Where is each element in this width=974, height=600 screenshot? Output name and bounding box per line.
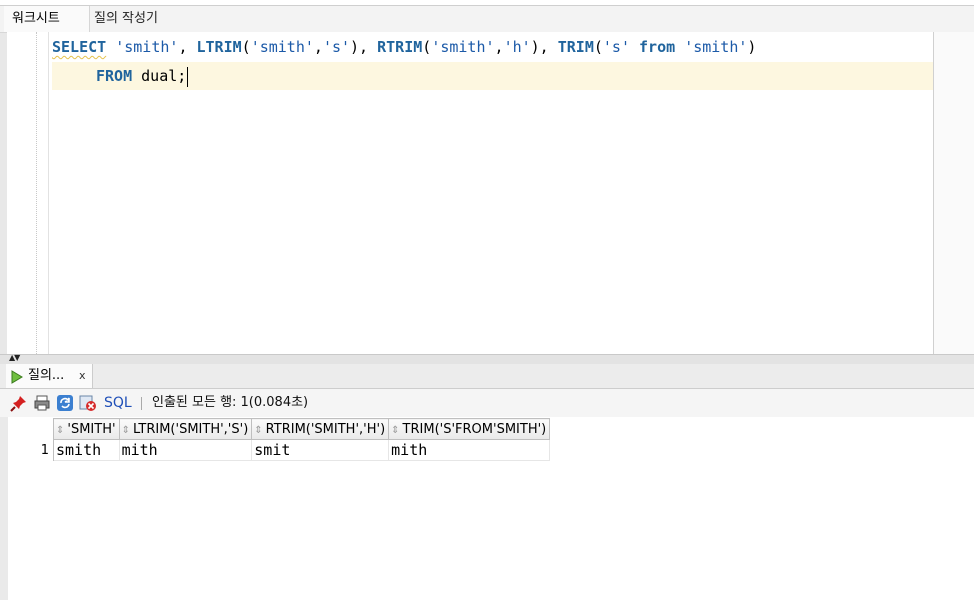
code-token: ( <box>241 38 251 56</box>
result-tab-label: 질의... <box>28 368 65 383</box>
code-token: 'smith' <box>684 38 748 56</box>
column-header-label: TRIM('S'FROM'SMITH') <box>402 421 547 437</box>
code-token: 's' <box>322 38 351 56</box>
sort-icon[interactable]: ⇕ <box>122 425 130 436</box>
code-line-1[interactable]: SELECT 'smith', LTRIM('smith','s'), RTRI… <box>52 37 756 57</box>
result-toolbar: SQL 인출된 모든 행: 1(0.084초) <box>0 389 974 417</box>
code-line-2[interactable]: FROM dual; <box>96 66 189 87</box>
grid-cell[interactable]: smit <box>251 439 390 461</box>
tab-query-builder[interactable]: 질의 작성기 <box>86 6 166 32</box>
grid-body: 1 smith mith smit mith <box>8 439 551 461</box>
code-token: FROM <box>96 67 133 85</box>
cancel-query-icon[interactable] <box>79 394 97 412</box>
grid-left-strip <box>0 417 8 600</box>
code-token: 'smith' <box>115 38 179 56</box>
editor-vertical-scroll-area[interactable] <box>934 32 974 354</box>
sql-editor[interactable]: SELECT 'smith', LTRIM('smith','s'), RTRI… <box>7 32 934 354</box>
print-icon[interactable] <box>33 394 51 412</box>
column-header-label: 'SMITH' <box>67 421 116 437</box>
result-grid-area[interactable]: ⇕ 'SMITH' ⇕ LTRIM('SMITH','S') ⇕ RTRIM('SMITH… <box>0 417 974 600</box>
code-token: 'smith' <box>431 38 495 56</box>
row-number: 1 <box>8 439 54 461</box>
grid-cell[interactable]: mith <box>388 439 551 461</box>
gutter-divider <box>36 32 37 354</box>
splitter-arrows-icon[interactable]: ▲▼ <box>9 354 20 362</box>
worksheet-tab-bar: 워크시트 질의 작성기 <box>0 5 974 33</box>
code-token: from <box>639 38 676 56</box>
fetch-status: 인출된 모든 행: 1(0.084초) <box>152 395 309 410</box>
tab-worksheet[interactable]: 워크시트 <box>4 6 90 32</box>
column-header-label: LTRIM('SMITH','S') <box>132 421 249 437</box>
code-token: , <box>313 38 323 56</box>
code-token: ), <box>350 38 378 56</box>
editor-left-strip <box>0 5 7 355</box>
code-token: RTRIM <box>377 38 423 56</box>
close-tab-icon[interactable]: x <box>79 364 86 388</box>
column-header[interactable]: ⇕ TRIM('S'FROM'SMITH') <box>388 418 551 440</box>
code-token: 'h' <box>503 38 531 56</box>
column-header[interactable]: ⇕ LTRIM('SMITH','S') <box>118 418 253 440</box>
code-token: ( <box>422 38 432 56</box>
code-token: 's' <box>602 38 630 56</box>
code-token: ( <box>593 38 603 56</box>
column-header[interactable]: ⇕ RTRIM('SMITH','H') <box>251 418 390 440</box>
code-token: ), <box>530 38 558 56</box>
code-token: LTRIM <box>196 38 242 56</box>
result-tab-bar: 질의... x <box>0 364 974 389</box>
code-token: SELECT <box>52 38 107 56</box>
column-header[interactable]: ⇕ 'SMITH' <box>53 418 120 440</box>
code-token: dual; <box>132 67 187 85</box>
code-token: , <box>178 38 197 56</box>
pin-icon[interactable] <box>10 394 28 412</box>
sort-icon[interactable]: ⇕ <box>254 425 262 436</box>
code-token: TRIM <box>557 38 594 56</box>
table-row[interactable]: 1 smith mith smit mith <box>8 439 551 461</box>
grid-cell[interactable]: mith <box>119 439 253 461</box>
gutter-border <box>48 32 49 354</box>
sql-link[interactable]: SQL <box>104 389 132 417</box>
grid-header-row: ⇕ 'SMITH' ⇕ LTRIM('SMITH','S') ⇕ RTRIM('SMITH… <box>8 418 551 440</box>
column-header-label: RTRIM('SMITH','H') <box>265 421 386 437</box>
result-grid[interactable]: ⇕ 'SMITH' ⇕ LTRIM('SMITH','S') ⇕ RTRIM('SMITH… <box>8 418 551 461</box>
row-number-header <box>8 418 54 440</box>
text-caret <box>187 66 189 87</box>
toolbar-separator <box>141 397 142 410</box>
grid-cell[interactable]: smith <box>53 439 120 461</box>
refresh-icon[interactable] <box>56 394 74 412</box>
code-token: 'smith' <box>250 38 314 56</box>
sort-icon[interactable]: ⇕ <box>391 425 399 436</box>
code-token: , <box>494 38 504 56</box>
sort-icon[interactable]: ⇕ <box>56 425 64 436</box>
tab-query-result[interactable]: 질의... x <box>6 364 93 388</box>
code-token: ) <box>747 38 757 56</box>
